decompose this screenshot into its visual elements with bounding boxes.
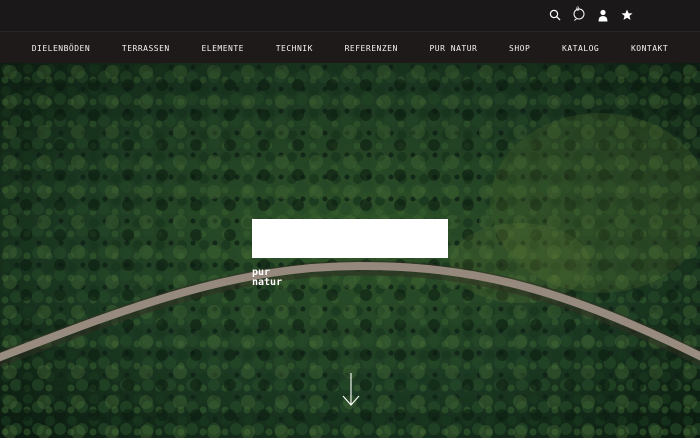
nav-item-katalog[interactable]: KATALOG (562, 44, 599, 53)
nav-item-pur-natur[interactable]: PUR NATUR (429, 44, 477, 53)
hero-banner-box (252, 219, 448, 258)
star-icon[interactable] (620, 8, 634, 22)
main-navigation: DIELENBÖDEN TERRASSEN ELEMENTE TECHNIK R… (0, 31, 700, 64)
nav-item-kontakt[interactable]: KONTAKT (631, 44, 668, 53)
pur-natur-logo[interactable]: pur natur (252, 268, 282, 288)
utility-icons: 0 (548, 6, 634, 22)
user-icon[interactable] (596, 8, 610, 22)
hero-forest-image: pur natur (0, 63, 700, 438)
cart-count-badge: 0 (576, 6, 580, 13)
cart-icon[interactable]: 0 (572, 6, 586, 22)
nav-item-elemente[interactable]: ELEMENTE (201, 44, 244, 53)
nav-item-dielenboeden[interactable]: DIELENBÖDEN (32, 44, 90, 53)
nav-item-terrassen[interactable]: TERRASSEN (122, 44, 170, 53)
logo-line-2: natur (252, 277, 283, 288)
arrow-down-icon[interactable] (341, 372, 361, 408)
nav-item-shop[interactable]: SHOP (509, 44, 530, 53)
nav-item-technik[interactable]: TECHNIK (276, 44, 313, 53)
nav-item-referenzen[interactable]: REFERENZEN (345, 44, 398, 53)
search-icon[interactable] (548, 8, 562, 22)
top-bar: 0 (0, 0, 700, 31)
